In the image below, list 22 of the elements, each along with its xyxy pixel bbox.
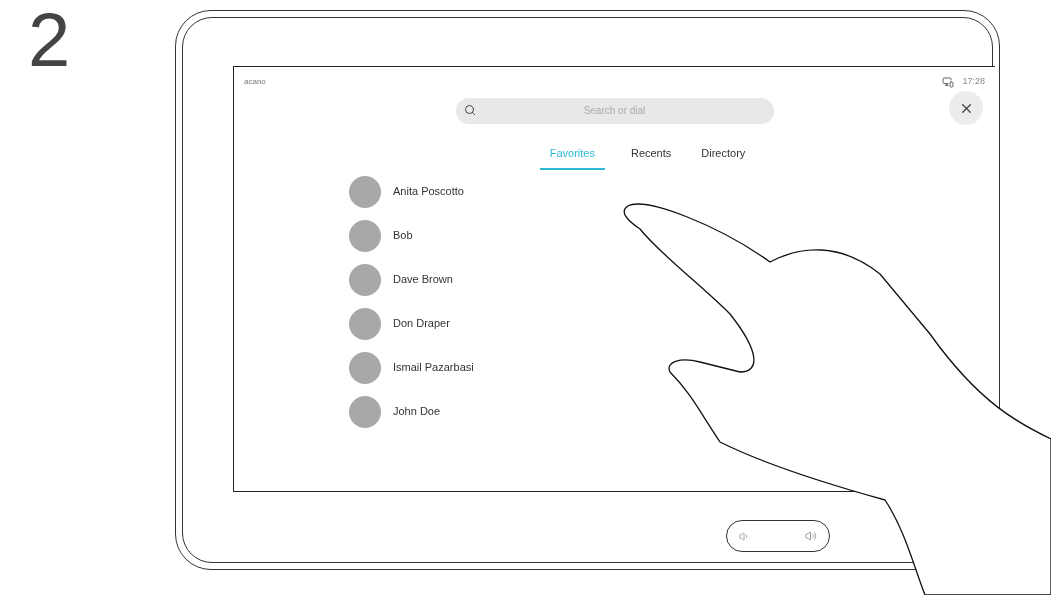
screen-share-icon[interactable] bbox=[942, 76, 955, 88]
tab[interactable]: Directory bbox=[697, 145, 750, 170]
contact-item[interactable]: Don Draper bbox=[349, 307, 450, 340]
close-button[interactable] bbox=[949, 91, 983, 125]
step-number: 2 bbox=[28, 0, 71, 82]
contact-item[interactable]: Dave Brown bbox=[349, 263, 453, 296]
avatar bbox=[349, 175, 381, 208]
avatar bbox=[349, 263, 381, 296]
contact-item[interactable]: Ismail Pazarbasi bbox=[349, 351, 474, 384]
avatar bbox=[349, 219, 381, 252]
search-icon bbox=[463, 104, 476, 116]
contact-item[interactable]: Bob bbox=[349, 219, 413, 252]
clock-time: 17:28 bbox=[962, 75, 985, 89]
avatar bbox=[349, 307, 381, 340]
avatar bbox=[349, 351, 381, 384]
volume-down-icon[interactable] bbox=[739, 530, 750, 542]
system-label: acano bbox=[244, 76, 266, 88]
avatar bbox=[349, 395, 381, 428]
tab[interactable]: Recents bbox=[626, 145, 676, 170]
contact-item[interactable]: John Doe bbox=[349, 395, 441, 428]
volume-up-icon[interactable] bbox=[805, 530, 817, 542]
contact-item[interactable]: Anita Poscotto bbox=[349, 175, 464, 208]
